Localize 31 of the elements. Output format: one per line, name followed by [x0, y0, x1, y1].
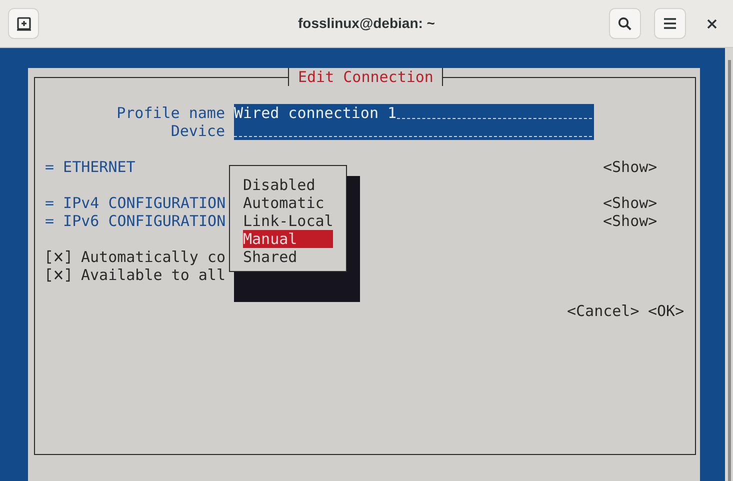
checkbox[interactable] [45, 266, 72, 284]
menu-item[interactable]: Manual [243, 230, 333, 248]
scrollbar[interactable] [725, 48, 733, 481]
menu-item[interactable]: Automatic [243, 194, 333, 212]
checkbox-label: Available to all [81, 266, 226, 284]
dialog-title: Edit Connection [288, 68, 444, 86]
section-header: = ETHERNET [45, 158, 136, 176]
checkbox-label: Automatically co [81, 248, 226, 266]
search-button[interactable] [609, 8, 641, 39]
cancel-button[interactable]: <Cancel> [567, 302, 640, 320]
show-button[interactable]: <Show> [603, 158, 658, 176]
menu-item[interactable]: Shared [243, 248, 333, 266]
close-icon [707, 18, 717, 28]
input-field[interactable]: Wired connection 1 [234, 104, 594, 122]
section-header: = IPv4 CONFIGURATION [45, 194, 226, 212]
section-header: = IPv6 CONFIGURATION [45, 212, 226, 230]
input-field[interactable] [234, 122, 594, 140]
checkbox[interactable] [45, 248, 72, 266]
ok-button[interactable]: <OK> [648, 302, 684, 320]
show-button[interactable]: <Show> [603, 194, 658, 212]
menu-icon [664, 18, 676, 29]
menu-button[interactable] [654, 8, 686, 39]
search-icon [618, 16, 632, 30]
menu-item[interactable]: Disabled [243, 176, 333, 194]
field-label: Profile name [116, 104, 225, 122]
field-label: Device [170, 122, 225, 140]
menu-item[interactable]: Link-Local [243, 212, 333, 230]
new-tab-button[interactable] [8, 8, 39, 39]
show-button[interactable]: <Show> [603, 212, 658, 230]
window-title: fosslinux@debian: ~ [297, 14, 436, 33]
new-tab-icon [16, 16, 32, 32]
